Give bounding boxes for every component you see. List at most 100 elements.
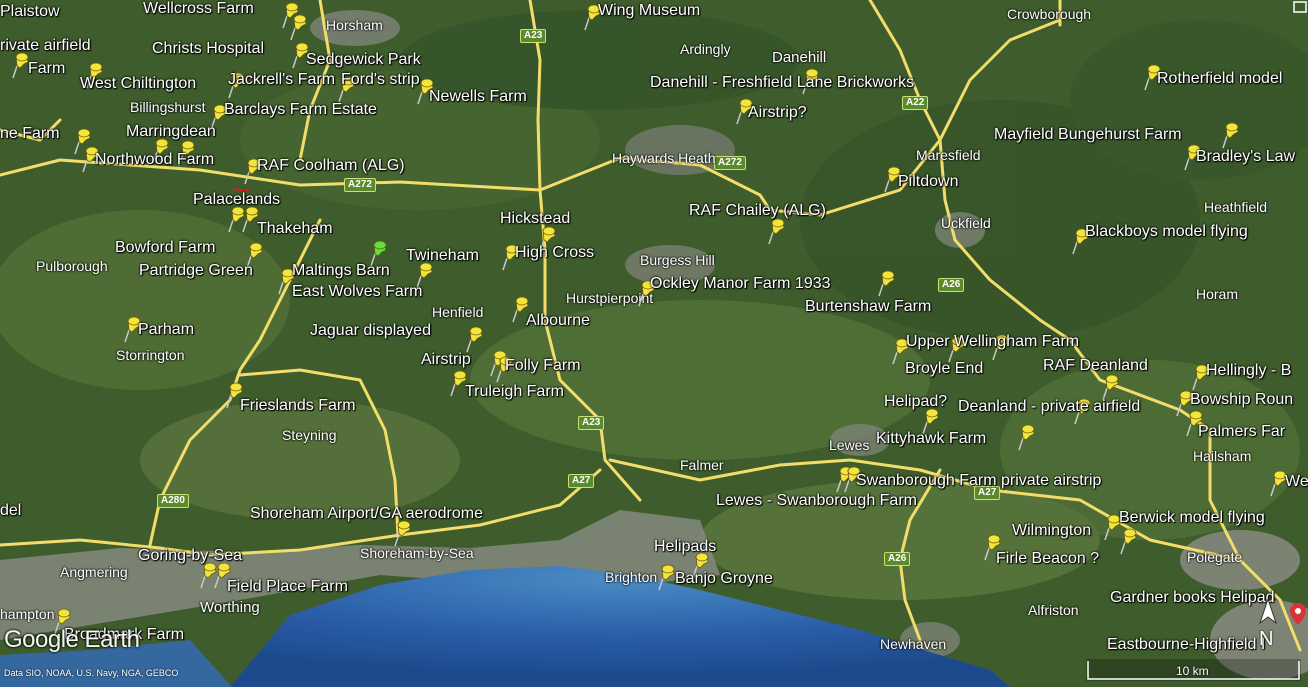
place-firle: Firle Beacon ?: [996, 550, 1100, 567]
town-pulborough: Pulborough: [36, 258, 108, 274]
place-swanborough-private: Swanborough Farm private airstrip: [856, 472, 1102, 489]
scale-label: 10 km: [1176, 664, 1209, 678]
place-twineham: Twineham: [406, 247, 479, 264]
place-blackboys: Blackboys model flying: [1085, 223, 1248, 240]
yellow-pushpin-icon[interactable]: [464, 326, 488, 354]
town-worthing: Worthing: [200, 599, 260, 616]
town-brighton: Brighton: [605, 569, 658, 585]
town-billingshurst: Billingshurst: [130, 99, 206, 115]
place-east-wolves: East Wolves Farm: [292, 283, 423, 300]
red-location-marker-icon[interactable]: [1290, 603, 1306, 625]
place-west-chiltington: West Chiltington: [80, 75, 197, 92]
town-horam: Horam: [1196, 286, 1239, 302]
place-del: del: [0, 502, 22, 519]
place-banjo: Banjo Groyne: [675, 570, 773, 587]
town-steyning: Steyning: [282, 427, 337, 443]
town-lewes: Lewes: [829, 437, 870, 453]
place-plaistow: Plaistow: [0, 3, 60, 20]
place-ockley-manor: Ockley Manor Farm 1933: [650, 275, 831, 292]
yellow-pushpin-icon[interactable]: [766, 218, 790, 246]
town-storrington: Storrington: [116, 347, 185, 363]
road-label-a280: A280: [157, 494, 189, 508]
town-newhaven: Newhaven: [880, 636, 947, 652]
place-palacelands: Palacelands: [193, 191, 281, 208]
town-henfield: Henfield: [432, 304, 484, 320]
place-jaguar: Jaguar displayed: [310, 322, 431, 339]
place-marringdean: Marringdean: [126, 123, 216, 140]
place-farm-w: Farm: [28, 60, 66, 77]
town-hailsham: Hailsham: [1193, 448, 1252, 464]
town-angmering: Angmering: [60, 564, 128, 580]
place-burtenshaw: Burtenshaw Farm: [805, 298, 932, 315]
place-ne-farm: ne Farm: [0, 125, 60, 142]
window-control-icon[interactable]: [1292, 0, 1308, 14]
place-christs-hospital: Christs Hospital: [152, 40, 265, 57]
place-deanland-private: Deanland - private airfield: [958, 398, 1141, 415]
place-rotherfield: Rotherfield model: [1157, 70, 1283, 87]
imagery-credit: Data SIO, NOAA, U.S. Navy, NGA, GEBCO: [4, 668, 179, 678]
place-folly-farm: Folly Farm: [505, 357, 581, 374]
place-jackrells: Jackrell's Farm: [228, 71, 336, 88]
place-northwood: Northwood Farm: [95, 151, 215, 168]
yellow-pushpin-icon[interactable]: [1118, 528, 1142, 556]
town-alfriston: Alfriston: [1028, 602, 1079, 618]
yellow-pushpin-icon[interactable]: [1016, 424, 1040, 452]
place-thakeham: Thakeham: [257, 220, 333, 237]
place-frieslands: Frieslands Farm: [240, 397, 356, 414]
road-label-a22: A22: [902, 96, 929, 110]
place-piltdown: Piltdown: [898, 173, 959, 190]
place-upper-wellingham: Upper Wellingham Farm: [906, 333, 1080, 350]
town-uckfield: Uckfield: [941, 215, 991, 231]
place-field-place: Field Place Farm: [227, 578, 348, 595]
google-earth-logo: Google Earth: [4, 626, 140, 653]
place-helipad-q: Helipad?: [884, 393, 948, 410]
place-private-airfield-w: rivate airfield: [0, 37, 91, 54]
road-label-a27-w: A27: [568, 474, 595, 488]
place-airstrip: Airstrip: [421, 351, 471, 368]
town-burgess-hill: Burgess Hill: [640, 252, 715, 268]
place-raf-coolham: RAF Coolham (ALG): [257, 157, 405, 174]
place-gardner: Gardner books Helipad: [1110, 589, 1275, 606]
place-partridge-green: Partridge Green: [139, 262, 253, 279]
road-label-a26-s: A26: [884, 552, 911, 566]
town-falmer: Falmer: [680, 457, 724, 473]
place-palmers: Palmers Far: [1198, 423, 1286, 440]
place-goring: Goring-by-Sea: [138, 547, 243, 564]
town-haywards-heath: Haywards Heath: [612, 150, 716, 166]
town-shoreham-by-sea: Shoreham-by-Sea: [360, 545, 474, 561]
place-eastbourne: Eastbourne-Highfield I: [1107, 636, 1266, 653]
yellow-pushpin-icon[interactable]: [1220, 122, 1244, 150]
place-newells: Newells Farm: [429, 88, 527, 105]
place-wilmington: Wilmington: [1012, 522, 1092, 539]
place-barclays: Barclays Farm Estate: [224, 101, 377, 118]
town-horsham: Horsham: [326, 17, 383, 33]
place-truleigh: Truleigh Farm: [465, 383, 564, 400]
yellow-pushpin-icon[interactable]: [288, 14, 312, 42]
place-broyle-end: Broyle End: [905, 360, 984, 377]
place-sedgewick-park: Sedgewick Park: [306, 51, 421, 68]
place-wing-museum: Wing Museum: [598, 2, 701, 19]
place-danehill-brickworks: Danehill - Freshfield Lane Brickworks: [650, 74, 915, 91]
place-raf-chailey: RAF Chailey (ALG): [689, 202, 826, 219]
place-bradleys: Bradley's Law: [1196, 148, 1296, 165]
place-lewes-swanborough: Lewes - Swanborough Farm: [716, 492, 917, 509]
place-kittyhawk: Kittyhawk Farm: [876, 430, 987, 447]
place-berwick: Berwick model flying: [1119, 509, 1265, 526]
place-wellcross: Wellcross Farm: [143, 0, 254, 17]
place-high-cross: High Cross: [515, 244, 595, 261]
place-albourne: Albourne: [526, 312, 591, 329]
town-maresfield: Maresfield: [916, 147, 981, 163]
place-hickstead: Hickstead: [500, 210, 571, 227]
town-ardingly: Ardingly: [680, 41, 731, 57]
place-raf-deanland: RAF Deanland: [1043, 357, 1148, 374]
compass-north-label: N: [1259, 628, 1274, 650]
road-label-a26-n: A26: [938, 278, 965, 292]
place-bowship: Bowship Roun: [1190, 391, 1294, 408]
road-label-a23-s: A23: [578, 416, 605, 430]
yellow-pushpin-icon[interactable]: [876, 270, 900, 298]
town-heathfield: Heathfield: [1204, 199, 1268, 215]
town-polegate: Polegate: [1187, 549, 1243, 565]
place-we: We: [1285, 473, 1308, 490]
town-danehill: Danehill: [772, 49, 827, 66]
yellow-pushpin-icon[interactable]: [392, 520, 416, 548]
